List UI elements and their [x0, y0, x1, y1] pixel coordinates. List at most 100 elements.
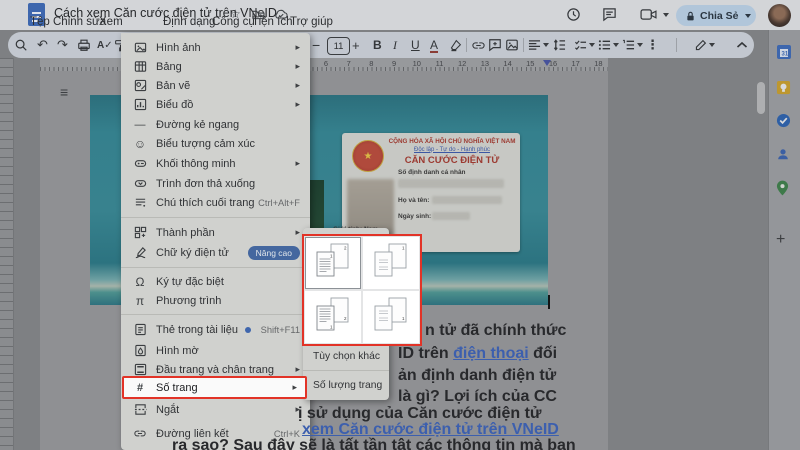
menu-item-table[interactable]: Bảng ▸: [121, 57, 310, 76]
menu-item-emoji[interactable]: ☺ Biểu tượng cảm xúc: [121, 134, 310, 153]
footnote-icon: [133, 196, 147, 209]
menu-item-building-blocks[interactable]: Thành phần ▸: [121, 223, 310, 242]
submenu-arrow-icon: ▸: [295, 227, 300, 237]
font-size-decrease-button[interactable]: −: [312, 37, 320, 53]
hide-menus-icon[interactable]: [736, 37, 748, 53]
text-color-button[interactable]: A: [430, 38, 439, 53]
italic-button[interactable]: I: [393, 37, 397, 53]
ruler-number: 9: [392, 59, 397, 68]
editing-mode-icon[interactable]: [694, 37, 715, 53]
lock-icon: [687, 11, 694, 20]
more-tools-icon[interactable]: ⋮: [646, 37, 659, 53]
ruler-number: 6: [323, 59, 329, 68]
menu-tools[interactable]: Công cụ: [212, 16, 255, 28]
more-options-item[interactable]: Tùy chọn khác: [303, 346, 389, 366]
menu-help[interactable]: Trợ giúp: [290, 16, 333, 28]
menu-file[interactable]: Tệp: [30, 16, 50, 28]
menu-item-special-characters[interactable]: Ω Ký tự đặc biệt: [121, 272, 310, 291]
highlight-color-icon[interactable]: [449, 37, 462, 53]
font-size-input[interactable]: 11: [327, 37, 350, 55]
align-icon[interactable]: [528, 37, 549, 53]
hash-icon: #: [136, 381, 144, 394]
menu-view[interactable]: Xem: [99, 16, 123, 28]
print-icon[interactable]: [77, 37, 91, 53]
maps-icon[interactable]: [776, 180, 789, 196]
submenu-arrow-icon: ▸: [295, 99, 300, 109]
doc-text-line: ID trên điện thoại đối: [398, 345, 558, 362]
line-spacing-icon[interactable]: [553, 37, 566, 53]
bold-button[interactable]: B: [373, 37, 382, 53]
redo-icon[interactable]: ↷: [57, 37, 68, 53]
menu-item-chart[interactable]: Biểu đồ ▸: [121, 95, 310, 114]
card-name-label: Họ và tên:: [398, 197, 430, 204]
doc-text-line: ra sao? Sau đây sẽ là tất tần tật các th…: [172, 437, 576, 450]
checklist-icon[interactable]: [574, 37, 595, 53]
menu-item-page-numbers[interactable]: # Số trang ▸: [122, 376, 307, 399]
menu-item-image[interactable]: Hình ảnh ▸: [121, 38, 310, 57]
page-count-item[interactable]: Số lượng trang: [303, 375, 389, 395]
submenu-arrow-icon: ▸: [295, 158, 300, 168]
spellcheck-icon[interactable]: A✓: [97, 37, 113, 53]
doc-text-line: ản định danh điện tử: [398, 367, 557, 384]
page-number-option-bottom-all-pages[interactable]: 21: [304, 290, 362, 344]
vertical-scrollbar[interactable]: [757, 82, 765, 114]
contacts-icon[interactable]: [776, 147, 790, 161]
document-outline-icon[interactable]: ≡: [60, 84, 68, 100]
video-call-icon[interactable]: [640, 8, 657, 21]
vneid-article-link[interactable]: xem Căn cước điện tử trên VNeID: [302, 421, 559, 438]
calendar-icon[interactable]: 31: [776, 44, 792, 60]
version-history-icon[interactable]: [566, 7, 581, 22]
comments-icon[interactable]: [602, 7, 617, 22]
menu-item-document-tabs[interactable]: Thẻ trong tài liệu Shift+F11: [121, 320, 310, 339]
video-call-caret-icon[interactable]: [663, 13, 669, 17]
get-addons-icon[interactable]: +: [776, 231, 785, 249]
ruler-number: 12: [458, 59, 467, 68]
avatar[interactable]: [768, 4, 791, 27]
ruler-number: 14: [503, 59, 512, 68]
menu-extensions[interactable]: Tiện ích: [252, 16, 292, 28]
submenu-arrow-icon: ▸: [292, 382, 297, 392]
search-icon[interactable]: [14, 37, 28, 53]
page-number-option-top-all-pages[interactable]: 21: [304, 236, 362, 290]
page-number-option-bottom-from-page-two[interactable]: 1: [362, 290, 420, 344]
undo-icon[interactable]: ↶: [37, 37, 48, 53]
doc-text-line: là gì? Lợi ích của CC: [398, 388, 557, 405]
add-comment-icon[interactable]: [488, 37, 502, 53]
tasks-icon[interactable]: [776, 113, 791, 128]
menu-item-drawing[interactable]: Bản vẽ ▸: [121, 76, 310, 95]
phone-link[interactable]: điện thoại: [453, 345, 529, 362]
vertical-ruler[interactable]: [0, 58, 14, 450]
page-number-option-top-from-page-two[interactable]: 1: [362, 236, 420, 290]
right-indent-marker[interactable]: [543, 60, 551, 66]
card-dob-label: Ngày sinh:: [398, 213, 432, 220]
menu-item-esignature[interactable]: Chữ ký điện tử Nâng cao: [121, 243, 310, 262]
menu-item-dropdown-chip[interactable]: Trình đơn thả xuống: [121, 174, 310, 193]
menu-item-watermark[interactable]: Hình mờ: [121, 341, 310, 360]
share-button[interactable]: Chia Sẻ: [676, 5, 756, 26]
menu-item-smart-chips[interactable]: Khối thông minh ▸: [121, 154, 310, 173]
keep-notes-icon[interactable]: [776, 80, 791, 95]
insert-link-icon[interactable]: [471, 37, 486, 53]
ruler-number: 10: [412, 59, 421, 68]
ruler-numbers: 6 7 8 9 10 11 12 13 14 15 16 17 18: [0, 59, 620, 71]
drawing-icon: [133, 79, 147, 92]
card-dob-value-blurred: [432, 212, 470, 220]
ruler-number: 7: [346, 59, 351, 68]
image-icon: [133, 41, 147, 54]
chart-icon: [133, 98, 147, 111]
bulleted-list-icon[interactable]: [598, 37, 619, 53]
menu-divider: [121, 217, 310, 218]
menu-item-horizontal-line[interactable]: — Đường kẻ ngang: [121, 115, 310, 134]
font-size-increase-button[interactable]: +: [352, 37, 360, 53]
insert-image-icon[interactable]: [505, 37, 519, 53]
menu-item-equation[interactable]: π Phương trình: [121, 291, 310, 310]
numbered-list-icon[interactable]: [622, 37, 643, 53]
menu-item-break[interactable]: Ngắt ▸: [121, 400, 310, 419]
horizontal-line-icon: —: [134, 118, 146, 131]
underline-button[interactable]: U: [411, 37, 420, 53]
menu-shortcut: Shift+F11: [260, 324, 300, 335]
page-break-icon: [133, 403, 147, 416]
menu-format[interactable]: Định dạng: [163, 16, 215, 28]
menu-item-footnote[interactable]: Chú thích cuối trang Ctrl+Alt+F: [121, 193, 310, 212]
header-bar: Cách xem Căn cước điện tử trên VNeID ☆ T…: [0, 0, 800, 30]
